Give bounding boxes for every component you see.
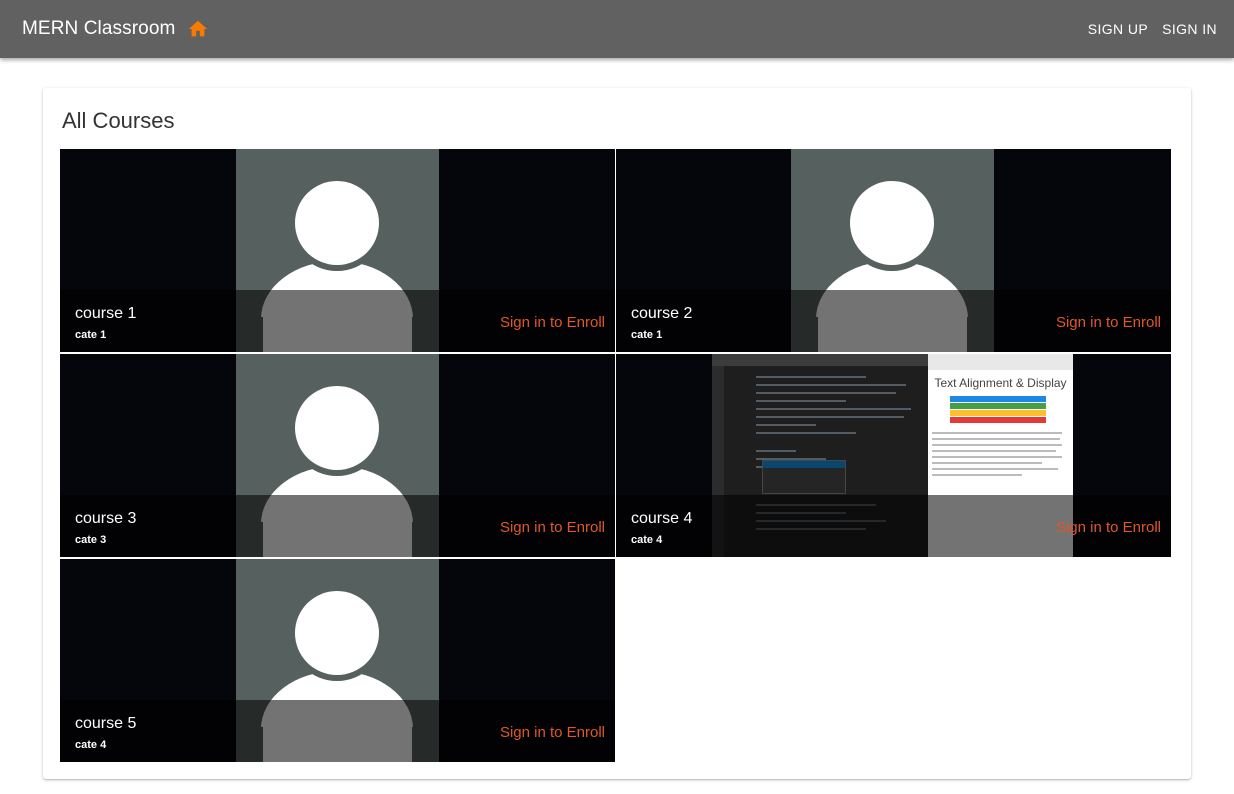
- enroll-link[interactable]: Sign in to Enroll: [1056, 314, 1161, 331]
- app-title: MERN Classroom: [22, 18, 176, 39]
- tile-title-bar: course 3 cate 3 Sign in to Enroll: [60, 495, 615, 557]
- course-name: course 1: [75, 305, 137, 322]
- course-category: cate 4: [631, 534, 663, 546]
- course-name: course 3: [75, 510, 137, 527]
- course-category: cate 1: [631, 329, 663, 341]
- course-tile[interactable]: course 5 cate 4 Sign in to Enroll: [60, 559, 615, 762]
- tile-title-bar: course 5 cate 4 Sign in to Enroll: [60, 700, 615, 762]
- course-tile[interactable]: course 1 cate 1 Sign in to Enroll: [60, 149, 615, 352]
- tile-title-bar: course 1 cate 1 Sign in to Enroll: [60, 290, 615, 352]
- sign-up-button[interactable]: SIGN UP: [1088, 15, 1148, 43]
- enroll-link[interactable]: Sign in to Enroll: [500, 314, 605, 331]
- course-category: cate 1: [75, 329, 107, 341]
- brand: MERN Classroom: [22, 18, 209, 40]
- screenshot-caption: Text Alignment & Display: [934, 376, 1067, 390]
- app-bar: MERN Classroom SIGN UP SIGN IN: [0, 0, 1234, 58]
- tile-title-bar: course 2 cate 1 Sign in to Enroll: [616, 290, 1171, 352]
- course-category: cate 4: [75, 739, 107, 751]
- enroll-link[interactable]: Sign in to Enroll: [500, 724, 605, 741]
- course-category: cate 3: [75, 534, 107, 546]
- course-grid: course 1 cate 1 Sign in to Enroll course…: [60, 149, 1171, 762]
- enroll-link[interactable]: Sign in to Enroll: [1056, 519, 1161, 536]
- course-tile[interactable]: course 2 cate 1 Sign in to Enroll: [616, 149, 1171, 352]
- course-name: course 4: [631, 510, 693, 527]
- tile-title-bar: course 4 cate 4 Sign in to Enroll: [616, 495, 1171, 557]
- nav: SIGN UP SIGN IN: [1088, 15, 1217, 43]
- course-name: course 5: [75, 715, 137, 732]
- home-icon[interactable]: [187, 18, 209, 40]
- courses-card: All Courses course 1 cate 1 Sign in to E…: [43, 88, 1191, 779]
- course-tile[interactable]: Text Alignment & Display course 4 cate 4…: [616, 354, 1171, 557]
- course-name: course 2: [631, 305, 693, 322]
- course-tile[interactable]: course 3 cate 3 Sign in to Enroll: [60, 354, 615, 557]
- page-title: All Courses: [62, 108, 175, 133]
- sign-in-button[interactable]: SIGN IN: [1162, 15, 1217, 43]
- enroll-link[interactable]: Sign in to Enroll: [500, 519, 605, 536]
